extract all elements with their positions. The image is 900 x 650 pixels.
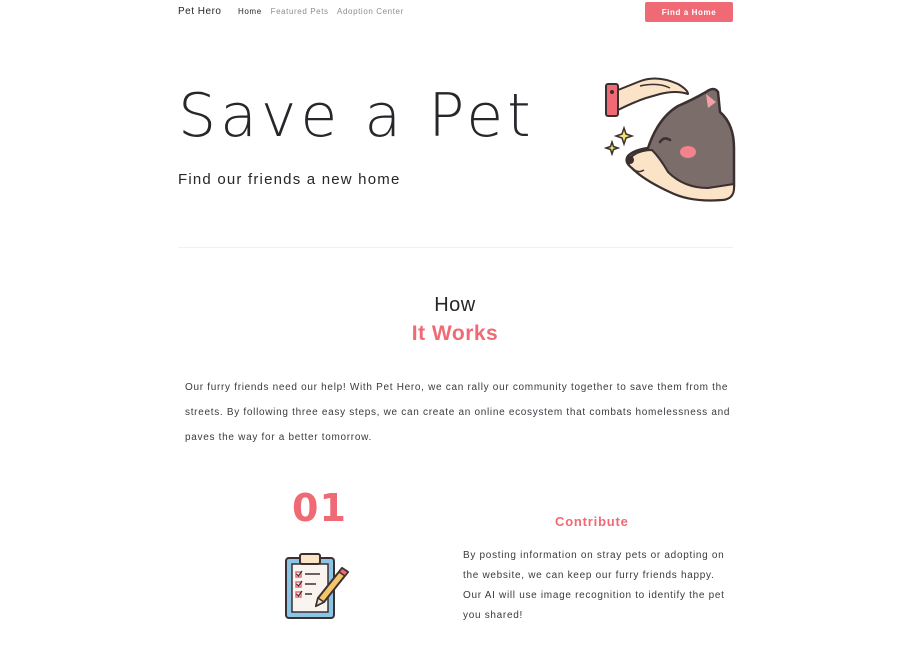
clipboard-checklist-icon <box>282 550 352 622</box>
step-description: By posting information on stray pets or … <box>463 550 725 621</box>
how-heading: How <box>434 294 476 316</box>
nav-link-featured-pets[interactable]: Featured Pets <box>271 7 329 16</box>
brand-logo[interactable]: Pet Hero <box>178 6 221 17</box>
intro-paragraph: Our furry friends need our help! With Pe… <box>185 382 731 443</box>
top-nav: Pet Hero Home Featured Pets Adoption Cen… <box>178 0 733 24</box>
nav-links: Home Featured Pets Adoption Center <box>238 7 410 16</box>
step-title: Contribute <box>555 514 629 529</box>
it-works-heading: It Works <box>411 322 499 345</box>
hero-subtitle: Find our friends a new home <box>178 171 401 188</box>
step-number: 01 <box>292 486 347 530</box>
section-divider <box>178 247 733 248</box>
find-a-home-button[interactable]: Find a Home <box>645 2 733 22</box>
hand-petting-dog-icon <box>598 72 738 212</box>
nav-link-home[interactable]: Home <box>238 7 262 16</box>
nav-link-adoption-center[interactable]: Adoption Center <box>337 7 404 16</box>
hero-title: Save a Pet <box>178 81 535 151</box>
